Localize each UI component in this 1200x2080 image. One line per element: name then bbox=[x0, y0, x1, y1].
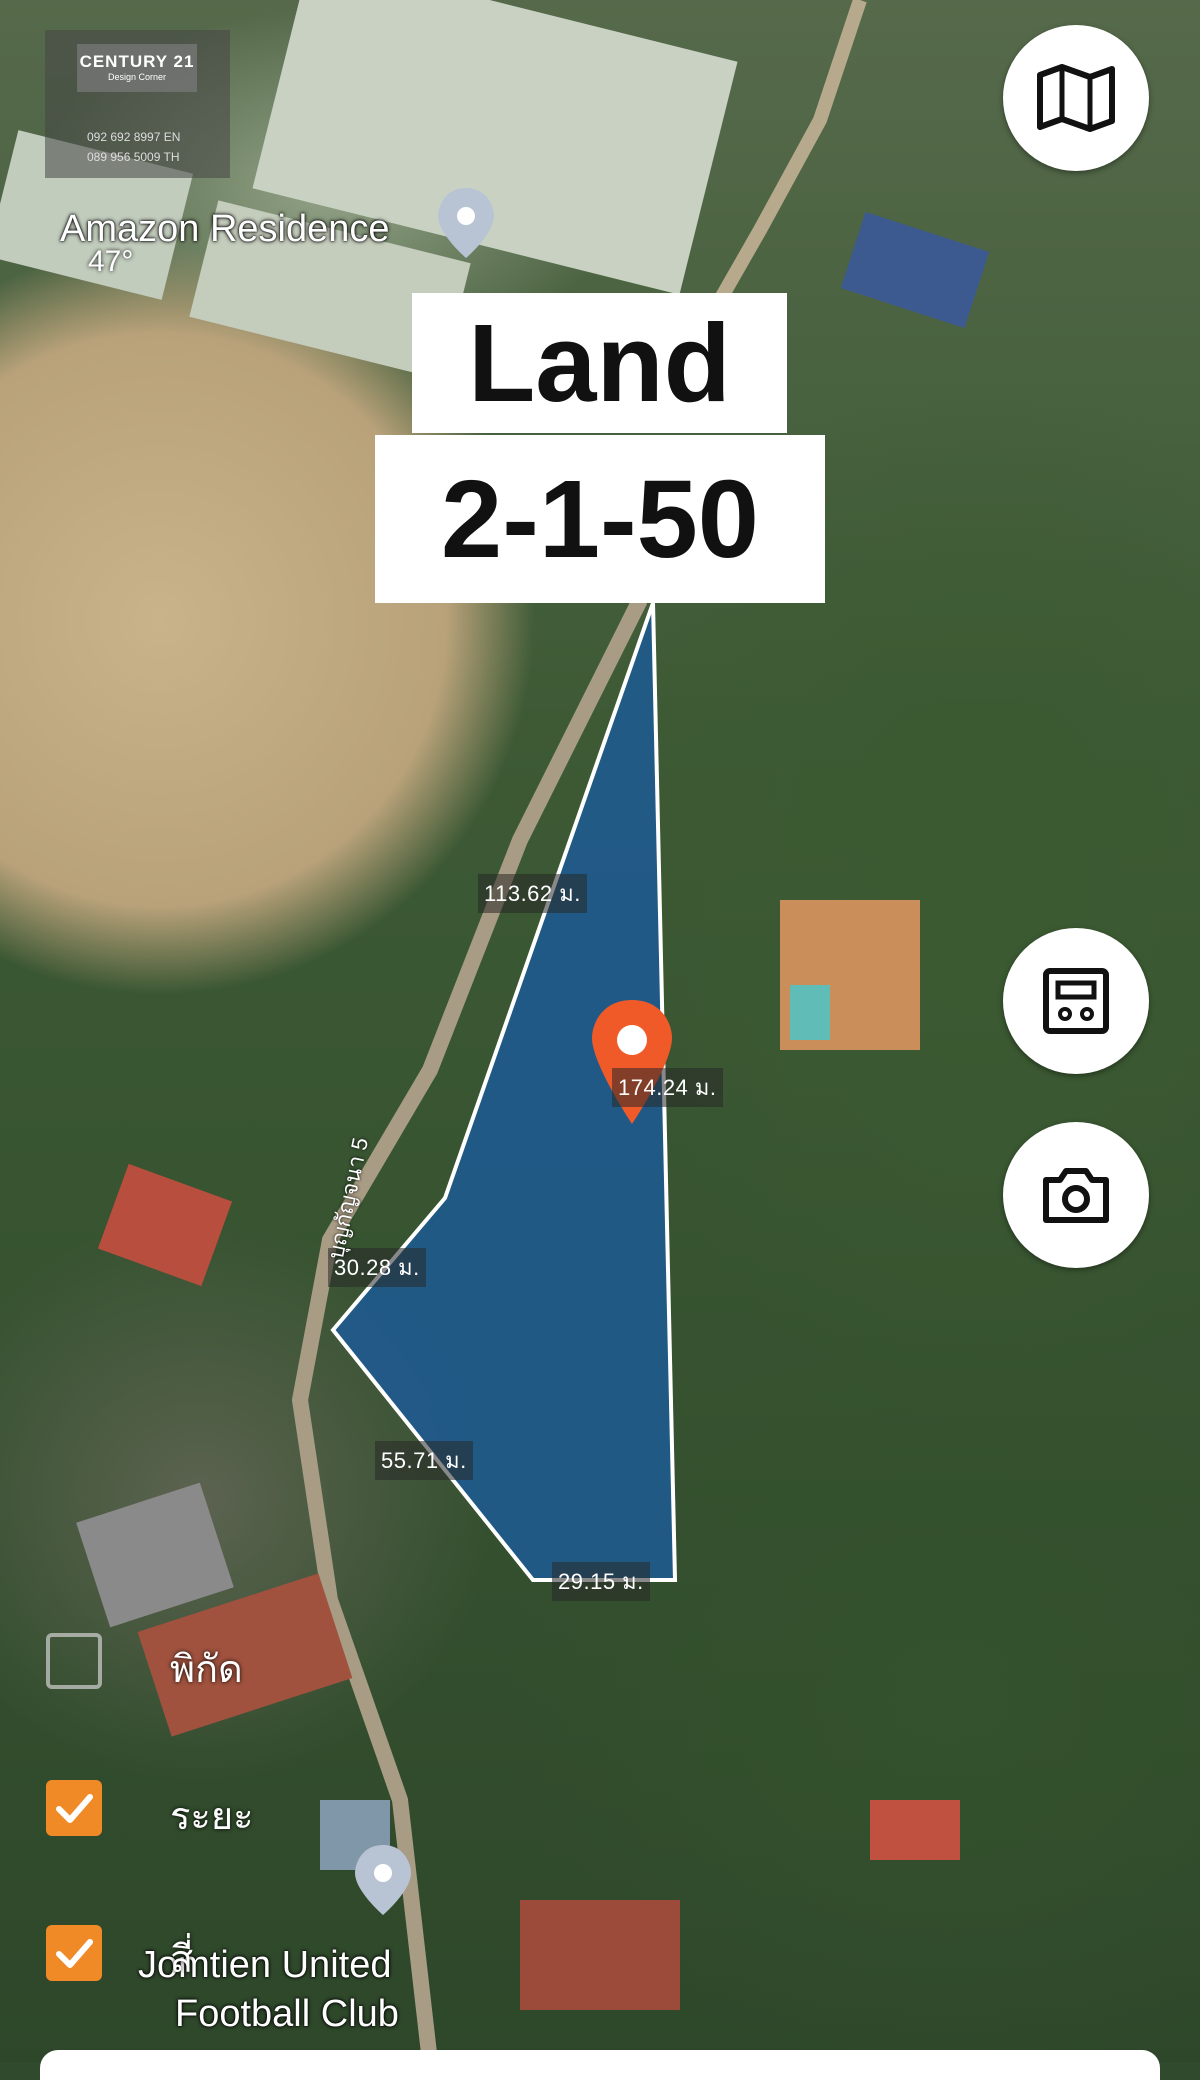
checkbox-coordinates[interactable] bbox=[46, 1633, 102, 1689]
map-type-button[interactable] bbox=[1003, 25, 1149, 171]
place-pin-icon bbox=[355, 1845, 411, 1915]
plot-title-line1: Land bbox=[412, 293, 787, 433]
checkmark-icon bbox=[56, 1939, 93, 1968]
temperature-label: 47° bbox=[88, 245, 134, 278]
camera-icon bbox=[1043, 1168, 1109, 1223]
measure-tool-button[interactable] bbox=[1003, 928, 1149, 1074]
logo-brand: CENTURY 21 bbox=[79, 52, 195, 71]
logo-badge: CENTURY 21 Design Corner bbox=[77, 44, 197, 92]
measurement-east: 174.24 ม. bbox=[612, 1068, 723, 1107]
map-icon bbox=[1037, 64, 1115, 132]
checkbox-distance-label: ระยะ bbox=[170, 1796, 254, 1838]
plot-title-line2: 2-1-50 bbox=[375, 435, 825, 603]
road-north bbox=[713, 0, 867, 304]
place-label-jomtien-2[interactable]: Football Club bbox=[175, 1993, 399, 2036]
pool bbox=[790, 985, 830, 1040]
checkbox-coordinates-label: พิกัด bbox=[170, 1649, 243, 1691]
bottom-sheet[interactable] bbox=[40, 2050, 1160, 2080]
building-roof bbox=[520, 1900, 680, 2010]
building-roof bbox=[840, 211, 990, 329]
place-pin-icon bbox=[438, 188, 494, 258]
checkbox-color-label: สี่ bbox=[170, 1939, 194, 1981]
checkbox-distance[interactable] bbox=[46, 1780, 102, 1836]
ruler-tool-icon bbox=[1043, 968, 1109, 1034]
measurement-south: 29.15 ม. bbox=[552, 1562, 650, 1601]
logo-phone-en: 092 692 8997 EN bbox=[87, 130, 181, 144]
measurement-west-upper: 113.62 ม. bbox=[478, 874, 587, 913]
building-roof bbox=[97, 1163, 233, 1287]
logo-sub: Design Corner bbox=[107, 72, 167, 82]
logo-phone-th: 089 956 5009 TH bbox=[87, 150, 180, 164]
camera-button[interactable] bbox=[1003, 1122, 1149, 1268]
building-roof bbox=[870, 1800, 960, 1860]
checkmark-icon bbox=[56, 1794, 93, 1823]
building-roof bbox=[76, 1482, 234, 1628]
measurement-southwest: 55.71 ม. bbox=[375, 1441, 473, 1480]
century21-logo: CENTURY 21 Design Corner 092 692 8997 EN… bbox=[45, 30, 230, 178]
checkbox-color[interactable] bbox=[46, 1925, 102, 1981]
